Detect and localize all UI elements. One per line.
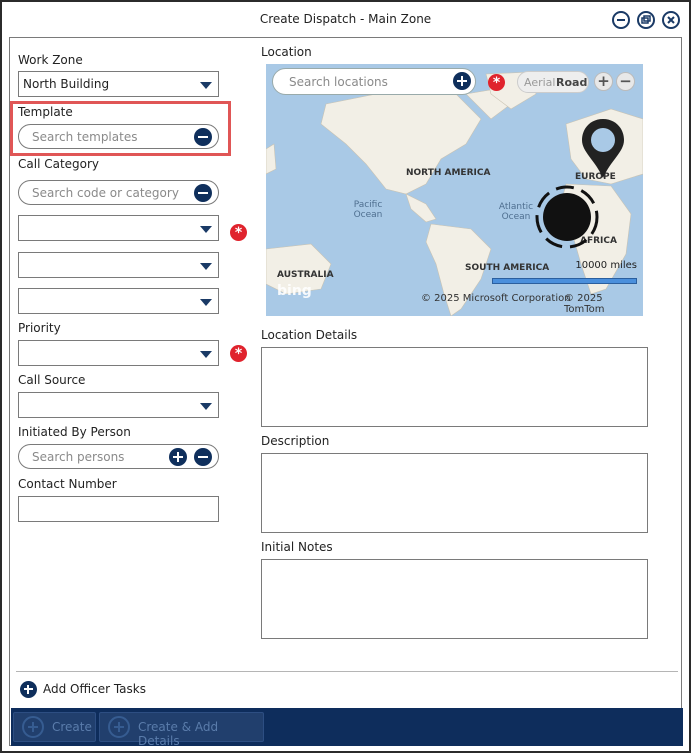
required-icon: * (230, 224, 247, 241)
template-label: Template (18, 105, 73, 119)
chevron-down-icon (200, 403, 212, 410)
map-label-pacific: Pacific Ocean (353, 200, 383, 220)
initiated-by-clear-button[interactable] (194, 448, 212, 466)
initial-notes-field[interactable] (261, 559, 648, 639)
chevron-down-icon (200, 351, 212, 358)
map-copyright-microsoft: © 2025 Microsoft Corporation (421, 293, 571, 304)
create-button[interactable]: Create (13, 712, 96, 742)
work-zone-label: Work Zone (18, 53, 83, 67)
section-divider (16, 671, 678, 672)
initial-notes-label: Initial Notes (261, 540, 333, 554)
zoom-in-button[interactable]: + (594, 72, 613, 91)
call-category-select-1[interactable] (18, 215, 219, 241)
window-title: Create Dispatch - Main Zone (259, 12, 432, 26)
initiated-by-search-input[interactable]: Search persons (18, 444, 219, 469)
chevron-down-icon (200, 263, 212, 270)
add-officer-tasks-label: Add Officer Tasks (43, 682, 146, 696)
description-label: Description (261, 434, 330, 448)
create-add-details-label: Create & Add Details (138, 720, 219, 748)
call-category-clear-button[interactable] (194, 184, 212, 202)
aerial-option[interactable]: Aerial (524, 76, 555, 89)
restore-button[interactable] (637, 11, 655, 29)
template-placeholder: Search templates (32, 130, 138, 144)
map-copyright-tomtom: © 2025 TomTom (564, 293, 605, 315)
call-category-label: Call Category (18, 157, 100, 171)
minimize-icon (617, 19, 625, 21)
map-pin-icon (582, 119, 624, 178)
chevron-down-icon (200, 226, 212, 233)
location-target-icon (535, 185, 599, 249)
zoom-out-button[interactable]: − (616, 72, 635, 91)
footer-bar: Create Create & Add Details (11, 708, 683, 748)
close-button[interactable] (662, 11, 680, 29)
call-source-select[interactable] (18, 392, 219, 418)
initiated-by-label: Initiated By Person (18, 425, 131, 439)
map-label-australia: AUSTRALIA (277, 270, 334, 280)
initiated-by-placeholder: Search persons (32, 450, 125, 464)
location-search-placeholder: Search locations (289, 75, 388, 89)
chevron-down-icon (200, 299, 212, 306)
plus-circle-icon (22, 716, 44, 738)
plus-circle-icon (108, 716, 130, 738)
template-clear-button[interactable] (194, 128, 212, 146)
call-source-label: Call Source (18, 373, 86, 387)
location-details-label: Location Details (261, 328, 358, 342)
create-add-details-button[interactable]: Create & Add Details (99, 712, 264, 748)
create-button-label: Create (52, 720, 92, 734)
minimize-button[interactable] (612, 11, 630, 29)
description-field[interactable] (261, 453, 648, 533)
contact-number-field[interactable] (18, 496, 219, 522)
call-category-search-input[interactable]: Search code or category (18, 180, 219, 205)
template-search-input[interactable]: Search templates (18, 124, 219, 149)
required-icon: * (230, 345, 247, 362)
dispatch-window: Create Dispatch - Main Zone Work Zone No… (0, 0, 691, 753)
map-scale-label: 10000 miles (575, 260, 637, 271)
location-label: Location (261, 45, 312, 59)
priority-label: Priority (18, 321, 61, 335)
title-bar: Create Dispatch - Main Zone (2, 2, 689, 36)
location-search-input[interactable]: Search locations (272, 68, 476, 95)
map-label-north-america: NORTH AMERICA (406, 168, 491, 178)
restore-icon (641, 15, 651, 24)
add-person-button[interactable] (169, 448, 187, 466)
add-location-button[interactable] (453, 72, 471, 90)
location-details-field[interactable] (261, 347, 648, 427)
priority-select[interactable] (18, 340, 219, 366)
location-map[interactable]: NORTH AMERICA EUROPE AFRICA SOUTH AMERIC… (266, 64, 643, 316)
chevron-down-icon (200, 82, 212, 89)
contact-number-label: Contact Number (18, 477, 117, 491)
work-zone-value: North Building (23, 77, 110, 91)
plus-circle-icon (20, 681, 37, 698)
call-category-placeholder: Search code or category (32, 186, 179, 200)
bing-logo: bing (277, 283, 312, 299)
call-category-select-3[interactable] (18, 288, 219, 314)
call-category-select-2[interactable] (18, 252, 219, 278)
road-option[interactable]: Road (556, 76, 587, 89)
map-style-toggle[interactable]: Aerial Road (517, 71, 589, 93)
map-scale-bar (492, 278, 637, 284)
required-icon: * (488, 74, 505, 91)
work-zone-select[interactable]: North Building (18, 71, 219, 97)
close-icon (667, 16, 675, 24)
map-label-atlantic: Atlantic Ocean (498, 202, 534, 222)
